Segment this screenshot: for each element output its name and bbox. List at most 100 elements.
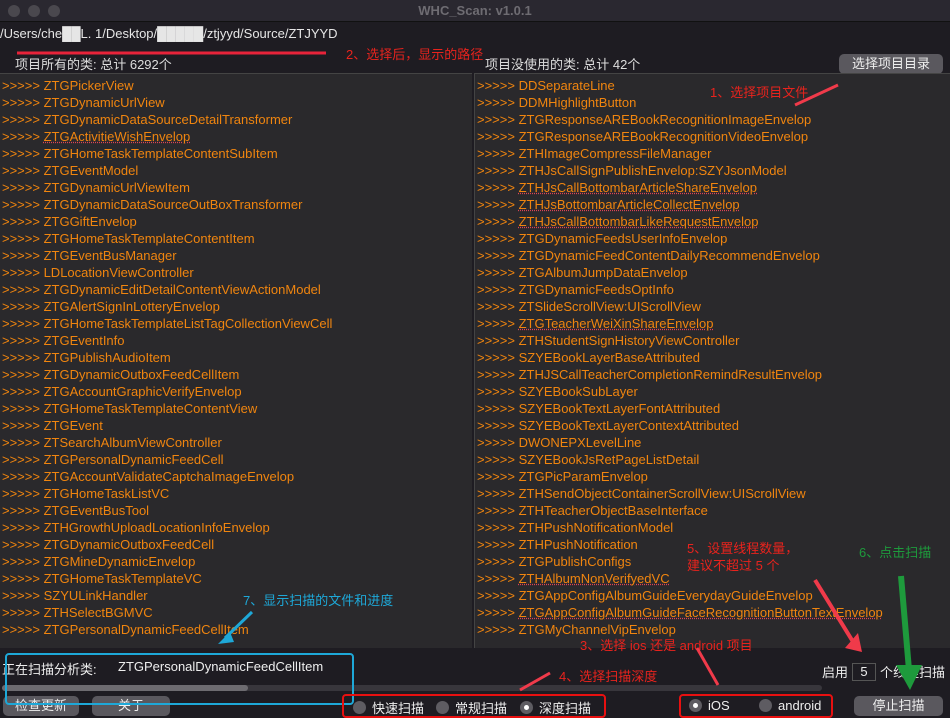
class-list-item[interactable]: >>>>> ZTGPickerView <box>0 77 472 94</box>
thread-count-input[interactable] <box>852 662 877 681</box>
class-list-item[interactable]: >>>>> DWONEPXLevelLine <box>475 434 950 451</box>
class-name: ZTGEventModel <box>43 163 139 178</box>
class-list-item[interactable]: >>>>> ZTGPublishAudioItem <box>0 349 472 366</box>
class-list-item[interactable]: >>>>> ZTGDynamicDataSourceDetailTransfor… <box>0 111 472 128</box>
class-list-item[interactable]: >>>>> ZTSlideScrollView:UIScrollView <box>475 298 950 315</box>
class-name: ZTHPushNotificationModel <box>518 520 674 535</box>
class-list-item[interactable]: >>>>> ZTGGiftEnvelop <box>0 213 472 230</box>
class-name: ZTGDynamicUrlView <box>43 95 165 110</box>
annotation-6: 6、点击扫描 <box>859 545 932 560</box>
class-list-item[interactable]: >>>>> SZYULinkHandler <box>0 587 472 604</box>
class-name: ZTHJsCallBottombarLikeRequestEnvelop <box>518 214 759 229</box>
class-list-item[interactable]: >>>>> ZTGMineDynamicEnvelop <box>0 553 472 570</box>
class-list-item[interactable]: >>>>> ZTSearchAlbumViewController <box>0 434 472 451</box>
class-name: LDLocationViewController <box>43 265 194 280</box>
class-list-item[interactable]: >>>>> ZTGAppConfigAlbumGuideFaceRecognit… <box>475 604 950 621</box>
annotation-1: 1、选择项目文件 <box>710 85 809 100</box>
class-list-item[interactable]: >>>>> SZYEBookSubLayer <box>475 383 950 400</box>
class-name: ZTGPublishAudioItem <box>43 350 171 365</box>
class-list-item[interactable]: >>>>> ZTHJsCallBottombarArticleShareEnve… <box>475 179 950 196</box>
class-list-item[interactable]: >>>>> ZTHJsBottombarArticleCollectEnvelo… <box>475 196 950 213</box>
class-name: ZTGDynamicFeedsUserInfoEnvelop <box>518 231 728 246</box>
class-name: ZTGPublishConfigs <box>518 554 632 569</box>
class-name: SZYEBookSubLayer <box>518 384 638 399</box>
class-list-item[interactable]: >>>>> ZTGDynamicDataSourceOutBoxTransfor… <box>0 196 472 213</box>
item-prefix: >>>>> <box>477 299 519 314</box>
class-list-item[interactable]: >>>>> ZTGEvent <box>0 417 472 434</box>
class-list-item[interactable]: >>>>> ZTGAppConfigAlbumGuideEverydayGuid… <box>475 587 950 604</box>
class-list-item[interactable]: >>>>> ZTGActivitieWishEnvelop <box>0 128 472 145</box>
class-list-item[interactable]: >>>>> ZTGTeacherWeiXinShareEnvelop <box>475 315 950 332</box>
class-list-item[interactable]: >>>>> ZTGEventModel <box>0 162 472 179</box>
class-list-item[interactable]: >>>>> ZTGPersonalDynamicFeedCellItem <box>0 621 472 638</box>
class-list-item[interactable]: >>>>> ZTGDynamicOutboxFeedCell <box>0 536 472 553</box>
class-list-item[interactable]: >>>>> ZTHPushNotificationModel <box>475 519 950 536</box>
item-prefix: >>>>> <box>477 146 519 161</box>
class-name: ZTGEventBusTool <box>43 503 150 518</box>
class-list-item[interactable]: >>>>> ZTGDynamicEditDetailContentViewAct… <box>0 281 472 298</box>
class-list-item[interactable]: >>>>> ZTGEventInfo <box>0 332 472 349</box>
class-list-item[interactable]: >>>>> ZTGPicParamEnvelop <box>475 468 950 485</box>
select-project-dir-button[interactable]: 选择项目目录 <box>839 54 943 74</box>
class-list-item[interactable]: >>>>> LDLocationViewController <box>0 264 472 281</box>
class-list-item[interactable]: >>>>> SZYEBookJsRetPageListDetail <box>475 451 950 468</box>
class-name: ZTSlideScrollView:UIScrollView <box>518 299 701 314</box>
item-prefix: >>>>> <box>2 316 44 331</box>
class-list-item[interactable]: >>>>> ZTGHomeTaskTemplateContentView <box>0 400 472 417</box>
item-prefix: >>>>> <box>477 316 519 331</box>
class-list-item[interactable]: >>>>> ZTGHomeTaskTemplateContentSubItem <box>0 145 472 162</box>
class-list-item[interactable]: >>>>> ZTGEventBusManager <box>0 247 472 264</box>
class-list-item[interactable]: >>>>> ZTHImageCompressFileManager <box>475 145 950 162</box>
class-list-item[interactable]: >>>>> ZTGDynamicUrlViewItem <box>0 179 472 196</box>
class-list-item[interactable]: >>>>> ZTGDynamicFeedContentDailyRecommen… <box>475 247 950 264</box>
class-list-item[interactable]: >>>>> ZTGAlbumJumpDataEnvelop <box>475 264 950 281</box>
class-name: ZTGHomeTaskTemplateContentView <box>43 401 258 416</box>
item-prefix: >>>>> <box>2 197 44 212</box>
item-prefix: >>>>> <box>2 503 44 518</box>
item-prefix: >>>>> <box>477 418 519 433</box>
class-list-item[interactable]: >>>>> ZTGPersonalDynamicFeedCell <box>0 451 472 468</box>
class-name: ZTHJSCallTeacherCompletionRemindResultEn… <box>518 367 823 382</box>
class-list-item[interactable]: >>>>> ZTGDynamicFeedsOptInfo <box>475 281 950 298</box>
class-list-item[interactable]: >>>>> ZTGHomeTaskTemplateVC <box>0 570 472 587</box>
class-name: ZTGDynamicFeedsOptInfo <box>518 282 674 297</box>
class-list-item[interactable]: >>>>> ZTGDynamicFeedsUserInfoEnvelop <box>475 230 950 247</box>
class-list-item[interactable]: >>>>> ZTHSendObjectContainerScrollView:U… <box>475 485 950 502</box>
class-list-item[interactable]: >>>>> ZTGHomeTaskTemplateListTagCollecti… <box>0 315 472 332</box>
class-list-item[interactable]: >>>>> SZYEBookTextLayerFontAttributed <box>475 400 950 417</box>
class-list-item[interactable]: >>>>> ZTGDynamicOutboxFeedCellItem <box>0 366 472 383</box>
class-list-item[interactable]: >>>>> ZTHStudentSignHistoryViewControlle… <box>475 332 950 349</box>
item-prefix: >>>>> <box>2 163 44 178</box>
all-classes-list[interactable]: >>>>> ZTGPickerView >>>>> ZTGDynamicUrlVi… <box>0 73 472 648</box>
class-list-item[interactable]: >>>>> SZYEBookTextLayerContextAttributed <box>475 417 950 434</box>
class-name: ZTHSendObjectContainerScrollView:UIScrol… <box>518 486 806 501</box>
class-name: ZTGGiftEnvelop <box>43 214 137 229</box>
class-list-item[interactable]: >>>>> ZTHGrowthUploadLocationInfoEnvelop <box>0 519 472 536</box>
window-title: WHC_Scan: v1.0.1 <box>418 3 532 18</box>
class-list-item[interactable]: >>>>> ZTGAccountValidateCaptchaImageEnve… <box>0 468 472 485</box>
class-list-item[interactable]: >>>>> ZTHJSCallTeacherCompletionRemindRe… <box>475 366 950 383</box>
class-list-item[interactable]: >>>>> ZTGEventBusTool <box>0 502 472 519</box>
class-name: SZYEBookLayerBaseAttributed <box>518 350 700 365</box>
class-name: ZTHStudentSignHistoryViewController <box>518 333 740 348</box>
class-name: ZTHJsCallBottombarArticleShareEnvelop <box>518 180 758 195</box>
class-list-item[interactable]: >>>>> ZTHJsCallBottombarLikeRequestEnvel… <box>475 213 950 230</box>
item-prefix: >>>>> <box>477 435 519 450</box>
class-list-item[interactable]: >>>>> ZTGDynamicUrlView <box>0 94 472 111</box>
class-list-item[interactable]: >>>>> ZTGHomeTaskTemplateContentItem <box>0 230 472 247</box>
item-prefix: >>>>> <box>477 333 519 348</box>
class-list-item[interactable]: >>>>> ZTHJsCallSignPublishEnvelop:SZYJso… <box>475 162 950 179</box>
item-prefix: >>>>> <box>477 265 519 280</box>
class-list-item[interactable]: >>>>> SZYEBookLayerBaseAttributed <box>475 349 950 366</box>
item-prefix: >>>>> <box>2 350 44 365</box>
class-name: ZTGAppConfigAlbumGuideFaceRecognitionBut… <box>518 605 883 620</box>
class-list-item[interactable]: >>>>> ZTHTeacherObjectBaseInterface <box>475 502 950 519</box>
class-list-item[interactable]: >>>>> ZTGResponseAREBookRecognitionVideo… <box>475 128 950 145</box>
class-list-item[interactable]: >>>>> ZTHSelectBGMVC <box>0 604 472 621</box>
stop-scan-button[interactable]: 停止扫描 <box>854 696 943 716</box>
item-prefix: >>>>> <box>477 248 519 263</box>
class-list-item[interactable]: >>>>> ZTGHomeTaskListVC <box>0 485 472 502</box>
class-list-item[interactable]: >>>>> ZTGResponseAREBookRecognitionImage… <box>475 111 950 128</box>
class-list-item[interactable]: >>>>> ZTGAccountGraphicVerifyEnvelop <box>0 383 472 400</box>
class-list-item[interactable]: >>>>> ZTGAlertSignInLotteryEnvelop <box>0 298 472 315</box>
